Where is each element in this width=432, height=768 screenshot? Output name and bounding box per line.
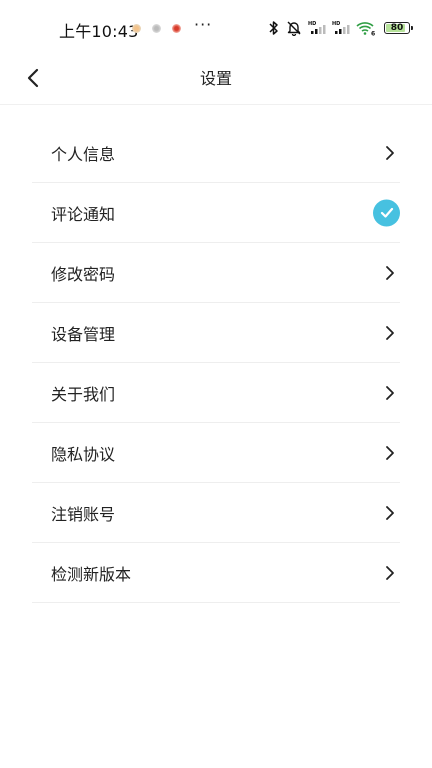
notification-app-icon xyxy=(132,23,141,33)
settings-item-label: 修改密码 xyxy=(51,264,116,284)
chevron-right-icon xyxy=(386,445,394,460)
settings-item-label: 注销账号 xyxy=(51,504,116,524)
bell-off-icon xyxy=(286,20,302,36)
chevron-right-icon xyxy=(386,505,394,520)
settings-item-check-update[interactable]: 检测新版本 xyxy=(32,543,400,603)
chevron-right-icon xyxy=(386,265,394,280)
wifi-icon: 6 xyxy=(356,20,376,36)
status-bar: 上午10:43 ··· HD HD 6 80 xyxy=(0,0,432,52)
svg-text:6: 6 xyxy=(371,31,375,37)
settings-item-label: 检测新版本 xyxy=(51,564,132,584)
nav-header: 设置 xyxy=(0,52,432,105)
chevron-right-icon xyxy=(386,145,394,160)
settings-item-change-password[interactable]: 修改密码 xyxy=(32,243,400,303)
bluetooth-icon xyxy=(268,20,280,36)
svg-text:HD: HD xyxy=(332,21,340,27)
settings-item-label: 评论通知 xyxy=(51,204,116,224)
notification-app-icon xyxy=(152,23,161,33)
status-app-icons xyxy=(132,22,181,34)
check-circle-icon[interactable] xyxy=(373,199,400,226)
status-time: 上午10:43 xyxy=(59,22,139,41)
settings-item-delete-account[interactable]: 注销账号 xyxy=(32,483,400,543)
signal-hd-icon: HD xyxy=(332,20,350,36)
settings-item-label: 个人信息 xyxy=(51,144,116,164)
battery-percent: 80 xyxy=(390,22,404,33)
check-icon xyxy=(380,207,393,218)
settings-item-label: 关于我们 xyxy=(51,384,116,404)
settings-item-comment-notifications[interactable]: 评论通知 xyxy=(32,183,400,243)
chevron-right-icon xyxy=(386,325,394,340)
settings-item-privacy-policy[interactable]: 隐私协议 xyxy=(32,423,400,483)
settings-item-about-us[interactable]: 关于我们 xyxy=(32,363,400,423)
page-title: 设置 xyxy=(199,69,232,88)
settings-item-personal-info[interactable]: 个人信息 xyxy=(32,123,400,183)
settings-item-device-management[interactable]: 设备管理 xyxy=(32,303,400,363)
notification-app-icon xyxy=(172,23,181,33)
battery-icon: 80 xyxy=(384,22,413,34)
chevron-right-icon xyxy=(386,385,394,400)
svg-text:HD: HD xyxy=(308,21,316,27)
chevron-right-icon xyxy=(386,565,394,580)
settings-item-label: 设备管理 xyxy=(51,324,116,344)
settings-list: 个人信息 评论通知 修改密码 设备管理 关于我们 隐私协议 注销账号 检测新版本 xyxy=(32,123,400,603)
settings-item-label: 隐私协议 xyxy=(51,444,116,464)
signal-hd-icon: HD xyxy=(308,20,326,36)
status-right-icons: HD HD 6 80 xyxy=(268,17,413,39)
more-notifications-icon: ··· xyxy=(194,15,213,34)
